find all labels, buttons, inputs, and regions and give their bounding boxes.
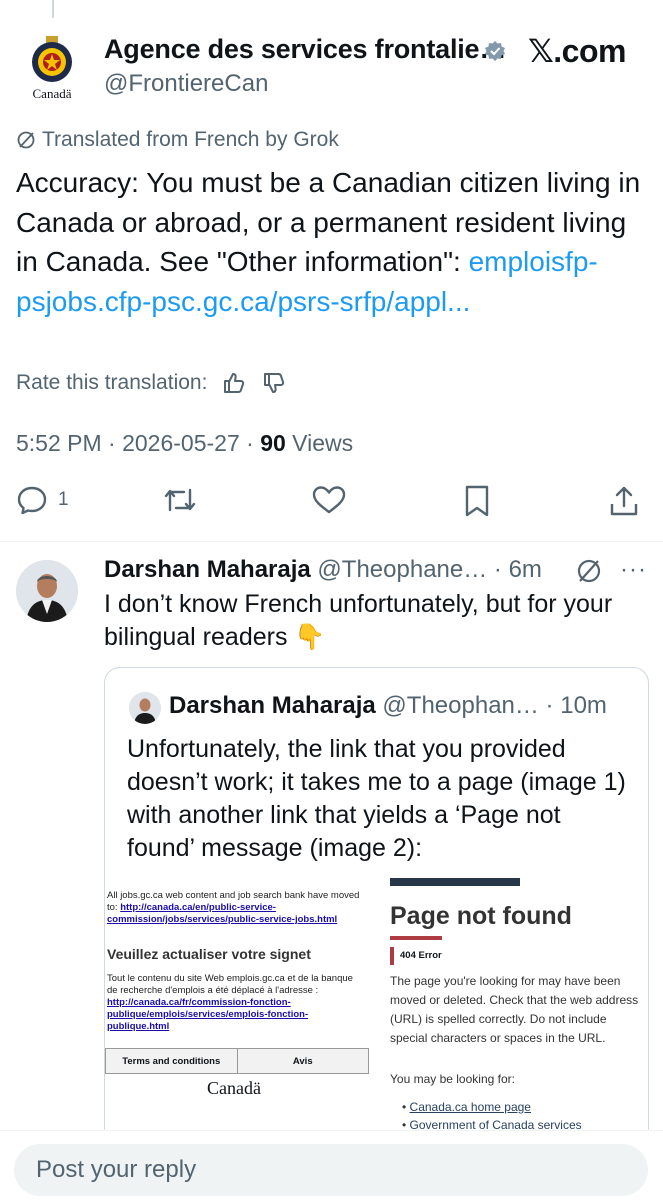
repost-icon xyxy=(164,488,196,512)
image2-link-list: Canada.ca home page Government of Canada… xyxy=(402,1098,582,1134)
bookmark-button[interactable] xyxy=(462,484,492,518)
reply-handle-time[interactable]: @Theophane… · 6m xyxy=(311,556,541,583)
share-button[interactable] xyxy=(608,484,640,518)
image1-footer-links: Terms and conditions Avis xyxy=(105,1048,369,1074)
heart-icon xyxy=(312,486,346,514)
image2-error-badge: 404 Error xyxy=(390,947,442,965)
views-label: Views xyxy=(285,430,354,456)
quoted-tweet[interactable]: Darshan Maharaja @Theophan… · 10m Unfort… xyxy=(104,667,649,1189)
image1-avis: Avis xyxy=(237,1049,368,1073)
rate-label: Rate this translation: xyxy=(16,371,208,394)
canada-wordmark: Canadä xyxy=(207,1078,261,1098)
avatar[interactable] xyxy=(16,560,78,622)
image1-heading: Veuillez actualiser votre signet xyxy=(107,946,311,962)
reply-count: 1 xyxy=(58,489,69,510)
repost-button[interactable] xyxy=(162,484,198,516)
quote-text: Unfortunately, the link that you provide… xyxy=(127,735,626,862)
translation-label: Translated from French by Grok xyxy=(42,128,339,151)
image1-body-fr: Tout le contenu du site Web emplois.gc.c… xyxy=(107,973,353,996)
image1-text-fr: Tout le contenu du site Web emplois.gc.c… xyxy=(107,973,363,1033)
thumbs-down-icon[interactable] xyxy=(261,370,287,396)
image2-list-item: Canada.ca home page xyxy=(402,1098,582,1116)
quote-handle-time[interactable]: @Theophan… · 10m xyxy=(376,692,606,719)
reply-header: Darshan Maharaja @Theophane… · 6m xyxy=(104,556,542,584)
canada-wordmark: Canadä xyxy=(32,86,72,101)
tweet-actions: 1 xyxy=(0,484,663,520)
tweet-text: Accuracy: You must be a Canadian citizen… xyxy=(16,163,646,321)
account-handle[interactable]: @FrontiereCan xyxy=(104,70,268,98)
account-name[interactable]: Agence des services frontalie… xyxy=(104,34,506,65)
tweet-meta: 5:52 PM · 2026-05-27 · 90 Views xyxy=(16,430,353,457)
image1-text: All jobs.gc.ca web content and job searc… xyxy=(107,890,363,926)
reply-icon xyxy=(17,486,47,515)
image2-subheading: You may be looking for: xyxy=(390,1072,515,1086)
translation-notice: Translated from French by Grok xyxy=(16,128,339,152)
quote-author-name[interactable]: Darshan Maharaja xyxy=(169,692,376,719)
reply-text: I don’t know French unfortunately, but f… xyxy=(104,590,613,651)
reply-composer xyxy=(0,1130,663,1201)
rate-translation: Rate this translation: xyxy=(16,370,287,396)
image1-terms: Terms and conditions xyxy=(106,1049,238,1073)
image1-link-fr: http://canada.ca/fr/commission-fonction-… xyxy=(107,997,309,1032)
image2-body: The page you're looking for may have bee… xyxy=(390,974,639,1045)
translate-icon xyxy=(17,131,35,149)
thumbs-up-icon[interactable] xyxy=(221,370,247,396)
thread-line xyxy=(52,0,54,18)
more-options-icon[interactable]: ··· xyxy=(620,556,647,584)
reply-author-name[interactable]: Darshan Maharaja xyxy=(104,556,311,583)
like-button[interactable] xyxy=(311,484,347,516)
bookmark-icon xyxy=(465,485,489,517)
verified-badge-icon xyxy=(484,40,506,62)
x-logo: 𝕏.com xyxy=(528,33,626,69)
image2-title: Page not found xyxy=(390,902,572,930)
divider xyxy=(0,541,663,542)
image2-header-bar xyxy=(390,878,520,886)
avatar[interactable] xyxy=(129,692,161,724)
tweet-timestamp[interactable]: 5:52 PM · 2026-05-27 · xyxy=(16,430,260,456)
translate-icon[interactable] xyxy=(576,558,602,584)
image2-title-underline xyxy=(390,936,442,940)
image1-link-en: http://canada.ca/en/public-service-commi… xyxy=(107,902,338,925)
views-count: 90 xyxy=(260,430,286,456)
quote-header: Darshan Maharaja @Theophan… · 10m xyxy=(169,692,607,720)
reply-button[interactable]: 1 xyxy=(16,484,69,516)
reply-input[interactable] xyxy=(14,1144,648,1196)
share-icon xyxy=(610,486,638,516)
